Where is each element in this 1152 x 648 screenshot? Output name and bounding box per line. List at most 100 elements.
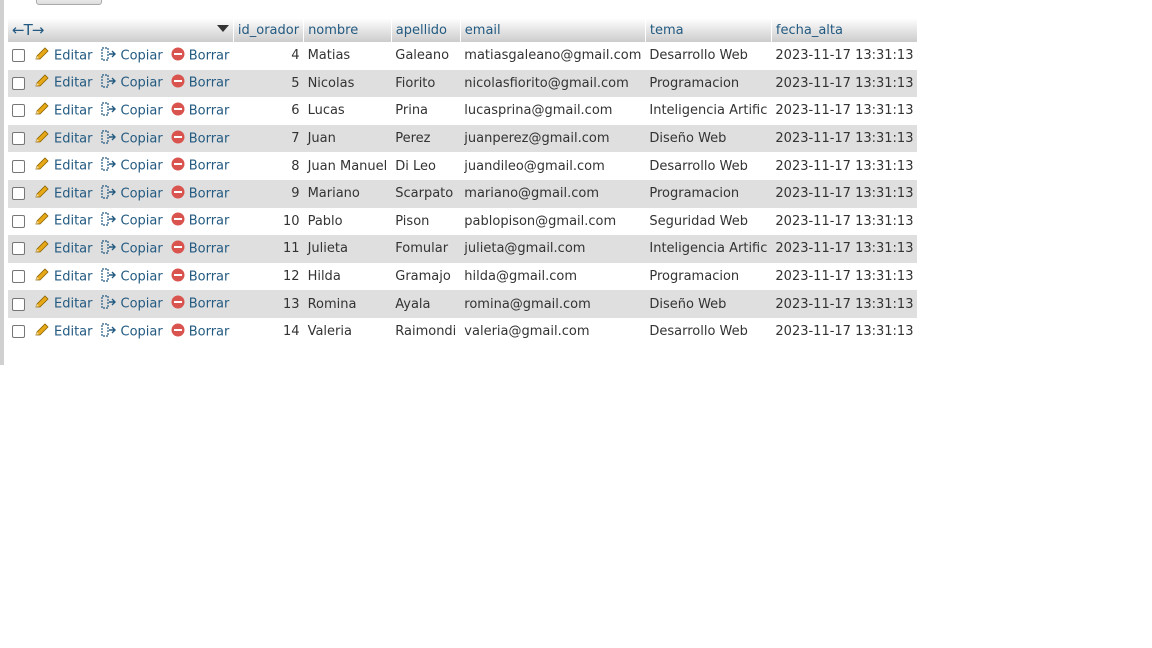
copy-button[interactable]: Copiar bbox=[96, 235, 167, 263]
delete-button[interactable]: Borrar bbox=[166, 124, 234, 153]
copy-label[interactable]: Copiar bbox=[121, 324, 163, 339]
column-header-apellido[interactable]: apellido bbox=[391, 18, 461, 42]
copy-label[interactable]: Copiar bbox=[121, 48, 163, 63]
copy-button[interactable]: Copiar bbox=[96, 317, 167, 346]
table-row[interactable]: Editar Copiar Borrar 9 Mariano Scarpato marian… bbox=[8, 179, 918, 208]
column-options-header[interactable]: ←T→ bbox=[8, 18, 234, 42]
copy-label[interactable]: Copiar bbox=[121, 186, 163, 201]
edit-button[interactable]: Editar bbox=[30, 317, 97, 346]
edit-button[interactable]: Editar bbox=[30, 290, 97, 318]
delete-label[interactable]: Borrar bbox=[189, 214, 230, 229]
copy-button[interactable]: Copiar bbox=[96, 152, 167, 180]
table-row[interactable]: Editar Copiar Borrar 5 Nicolas Fiorito nicolas… bbox=[8, 69, 918, 98]
delete-label[interactable]: Borrar bbox=[189, 131, 230, 146]
copy-button[interactable]: Copiar bbox=[96, 69, 167, 98]
row-checkbox[interactable] bbox=[12, 325, 25, 339]
edit-label[interactable]: Editar bbox=[54, 103, 93, 118]
copy-label[interactable]: Copiar bbox=[121, 76, 163, 91]
delete-label[interactable]: Borrar bbox=[189, 159, 230, 174]
edit-button[interactable]: Editar bbox=[30, 235, 97, 263]
column-header-email[interactable]: email bbox=[460, 18, 646, 42]
edit-button[interactable]: Editar bbox=[30, 42, 97, 70]
delete-label[interactable]: Borrar bbox=[189, 76, 230, 91]
table-row[interactable]: Editar Copiar Borrar 12 Hilda Gramajo hilda@gm… bbox=[8, 262, 918, 291]
edit-button[interactable]: Editar bbox=[30, 124, 97, 153]
delete-label[interactable]: Borrar bbox=[189, 186, 230, 201]
delete-button[interactable]: Borrar bbox=[166, 207, 234, 236]
column-header-id-orador[interactable]: id_orador bbox=[233, 18, 305, 42]
row-checkbox[interactable] bbox=[12, 49, 25, 63]
delete-icon bbox=[171, 268, 185, 286]
edit-label[interactable]: Editar bbox=[54, 76, 93, 91]
table-row[interactable]: Editar Copiar Borrar 10 Pablo Pison pablopison… bbox=[8, 207, 918, 236]
copy-label[interactable]: Copiar bbox=[121, 159, 163, 174]
delete-label[interactable]: Borrar bbox=[189, 297, 230, 312]
row-checkbox[interactable] bbox=[12, 242, 25, 256]
delete-button[interactable]: Borrar bbox=[166, 42, 234, 70]
delete-button[interactable]: Borrar bbox=[166, 179, 234, 208]
delete-label[interactable]: Borrar bbox=[189, 241, 230, 256]
edit-label[interactable]: Editar bbox=[54, 324, 93, 339]
copy-label[interactable]: Copiar bbox=[121, 103, 163, 118]
table-row[interactable]: Editar Copiar Borrar 8 Juan Manuel Di Leo juan… bbox=[8, 152, 918, 180]
table-row[interactable]: Editar Copiar Borrar 4 Matias Galeano matiasga… bbox=[8, 42, 918, 70]
copy-button[interactable]: Copiar bbox=[96, 179, 167, 208]
edit-label[interactable]: Editar bbox=[54, 186, 93, 201]
edit-button[interactable]: Editar bbox=[30, 69, 97, 98]
table-row[interactable]: Editar Copiar Borrar 6 Lucas Prina lucasprina@… bbox=[8, 97, 918, 125]
edit-label[interactable]: Editar bbox=[54, 269, 93, 284]
copy-label[interactable]: Copiar bbox=[121, 241, 163, 256]
row-checkbox[interactable] bbox=[12, 132, 25, 146]
table-row[interactable]: Editar Copiar Borrar 11 Julieta Fomular juliet… bbox=[8, 235, 918, 263]
column-resize-arrows-icon[interactable]: ←T→ bbox=[12, 21, 44, 39]
edit-label[interactable]: Editar bbox=[54, 159, 93, 174]
edit-button[interactable]: Editar bbox=[30, 207, 97, 236]
column-header-nombre[interactable]: nombre bbox=[303, 18, 392, 42]
row-checkbox[interactable] bbox=[12, 159, 25, 173]
copy-button[interactable]: Copiar bbox=[96, 42, 167, 70]
edit-label[interactable]: Editar bbox=[54, 297, 93, 312]
copy-button[interactable]: Copiar bbox=[96, 124, 167, 153]
copy-label[interactable]: Copiar bbox=[121, 297, 163, 312]
table-row[interactable]: Editar Copiar Borrar 7 Juan Perez juanperez@gm… bbox=[8, 124, 918, 153]
edit-label[interactable]: Editar bbox=[54, 48, 93, 63]
column-header-tema[interactable]: tema bbox=[645, 18, 772, 42]
copy-button[interactable]: Copiar bbox=[96, 262, 167, 291]
copy-label[interactable]: Copiar bbox=[121, 214, 163, 229]
cell-tema: Inteligencia Artific bbox=[645, 235, 772, 263]
copy-button[interactable]: Copiar bbox=[96, 207, 167, 236]
copy-label[interactable]: Copiar bbox=[121, 269, 163, 284]
delete-button[interactable]: Borrar bbox=[166, 69, 234, 98]
edit-label[interactable]: Editar bbox=[54, 214, 93, 229]
delete-button[interactable]: Borrar bbox=[166, 262, 234, 291]
delete-label[interactable]: Borrar bbox=[189, 103, 230, 118]
edit-button[interactable]: Editar bbox=[30, 97, 97, 125]
delete-label[interactable]: Borrar bbox=[189, 269, 230, 284]
column-header-fecha-alta[interactable]: fecha_alta bbox=[771, 18, 918, 42]
edit-button[interactable]: Editar bbox=[30, 179, 97, 208]
delete-button[interactable]: Borrar bbox=[166, 235, 234, 263]
delete-label[interactable]: Borrar bbox=[189, 48, 230, 63]
delete-button[interactable]: Borrar bbox=[166, 97, 234, 125]
copy-label[interactable]: Copiar bbox=[121, 131, 163, 146]
row-checkbox[interactable] bbox=[12, 187, 25, 201]
delete-label[interactable]: Borrar bbox=[189, 324, 230, 339]
table-row[interactable]: Editar Copiar Borrar 13 Romina Ayala romina@gm… bbox=[8, 290, 918, 318]
row-checkbox[interactable] bbox=[12, 104, 25, 118]
edit-label[interactable]: Editar bbox=[54, 131, 93, 146]
delete-button[interactable]: Borrar bbox=[166, 317, 234, 346]
copy-button[interactable]: Copiar bbox=[96, 290, 167, 318]
row-checkbox[interactable] bbox=[12, 270, 25, 284]
row-checkbox[interactable] bbox=[12, 214, 25, 228]
row-checkbox[interactable] bbox=[12, 297, 25, 311]
dropdown-arrow-icon[interactable] bbox=[216, 25, 229, 32]
delete-button[interactable]: Borrar bbox=[166, 152, 234, 180]
toolbar-button-partial[interactable] bbox=[36, 0, 102, 5]
delete-button[interactable]: Borrar bbox=[166, 290, 234, 318]
edit-button[interactable]: Editar bbox=[30, 262, 97, 291]
row-checkbox[interactable] bbox=[12, 76, 25, 90]
copy-button[interactable]: Copiar bbox=[96, 97, 167, 125]
table-row[interactable]: Editar Copiar Borrar 14 Valeria Raimondi valer… bbox=[8, 317, 918, 346]
edit-button[interactable]: Editar bbox=[30, 152, 97, 180]
edit-label[interactable]: Editar bbox=[54, 241, 93, 256]
